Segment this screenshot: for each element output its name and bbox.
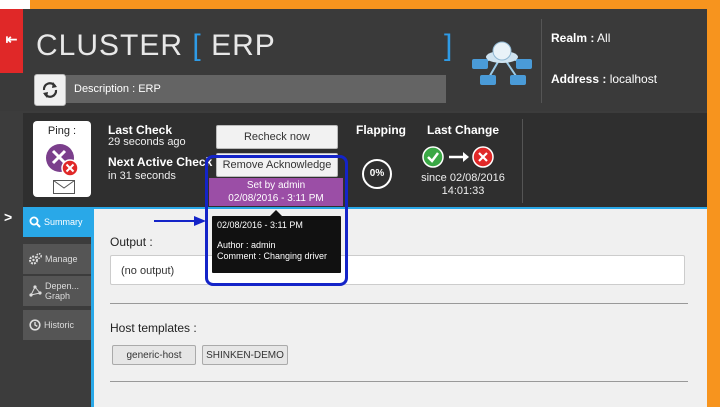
host-detail-app: ⇤ CLUSTER [ ERP ] Realm : All Address : xyxy=(0,9,707,407)
status-divider xyxy=(522,119,523,203)
last-change-title: Last Change xyxy=(427,123,500,137)
ping-label: Ping : xyxy=(47,125,77,137)
collapse-sidebar-button[interactable]: ⇤ xyxy=(0,9,23,73)
host-down-status-icon xyxy=(46,144,79,177)
title-bracket-right: ] xyxy=(444,29,453,62)
header-divider xyxy=(541,19,542,103)
next-check-value: in 31 seconds xyxy=(108,170,176,182)
annotation-arrow-icon xyxy=(154,216,206,226)
address-info: Address : localhost xyxy=(551,72,658,86)
template-generic-host[interactable]: generic-host xyxy=(112,345,196,365)
host-header: ⇤ CLUSTER [ ERP ] Realm : All Address : xyxy=(0,9,707,111)
tab-manage[interactable]: Manage xyxy=(23,244,91,275)
last-change-value: since 02/08/2016 14:01:33 xyxy=(421,172,505,197)
refresh-button[interactable] xyxy=(34,74,66,106)
section-divider xyxy=(110,381,688,382)
status-strip: Ping : Last Check 29 seconds ago Next Ac… xyxy=(23,113,707,207)
last-check-title: Last Check xyxy=(108,123,173,137)
tab-historic[interactable]: Historic xyxy=(23,310,91,341)
annotation-highlight-box xyxy=(205,155,348,286)
arrow-right-icon xyxy=(449,152,469,162)
recheck-now-button[interactable]: Recheck now xyxy=(216,125,338,149)
ok-state-icon xyxy=(422,146,444,168)
clock-icon xyxy=(29,319,41,331)
tab-dependency-graph[interactable]: Depen... Graph xyxy=(23,276,91,307)
page-title: CLUSTER [ ERP xyxy=(36,29,276,62)
critical-state-icon xyxy=(472,146,494,168)
graph-icon xyxy=(29,285,42,297)
host-templates-label: Host templates : xyxy=(110,321,197,335)
collapse-icon: ⇤ xyxy=(5,31,18,47)
realm-info: Realm : All xyxy=(551,31,611,45)
next-check-title: Next Active Check xyxy=(108,155,213,169)
output-label: Output : xyxy=(110,235,153,249)
template-shinken-demo[interactable]: SHINKEN-DEMO xyxy=(202,345,288,365)
refresh-icon xyxy=(42,82,58,98)
ping-panel: Ping : xyxy=(33,121,91,197)
expand-nav-icon[interactable]: > xyxy=(4,209,12,225)
flapping-percentage: 0% xyxy=(362,159,392,189)
tab-summary[interactable]: Summary xyxy=(23,207,91,238)
tab-navigation: Summary Manage Depen... Graph Historic xyxy=(23,207,91,407)
gears-icon xyxy=(29,253,42,265)
output-field: (no output) xyxy=(110,255,685,285)
summary-panel: Output : (no output) Host templates : ge… xyxy=(91,207,707,407)
envelope-icon xyxy=(53,180,75,194)
flapping-title: Flapping xyxy=(356,123,406,137)
section-divider xyxy=(110,303,688,304)
state-change-icons xyxy=(422,146,494,168)
search-icon xyxy=(29,216,41,228)
description-bar: Description : ERP xyxy=(66,75,446,103)
cluster-network-icon xyxy=(472,41,532,85)
last-check-value: 29 seconds ago xyxy=(108,136,186,148)
